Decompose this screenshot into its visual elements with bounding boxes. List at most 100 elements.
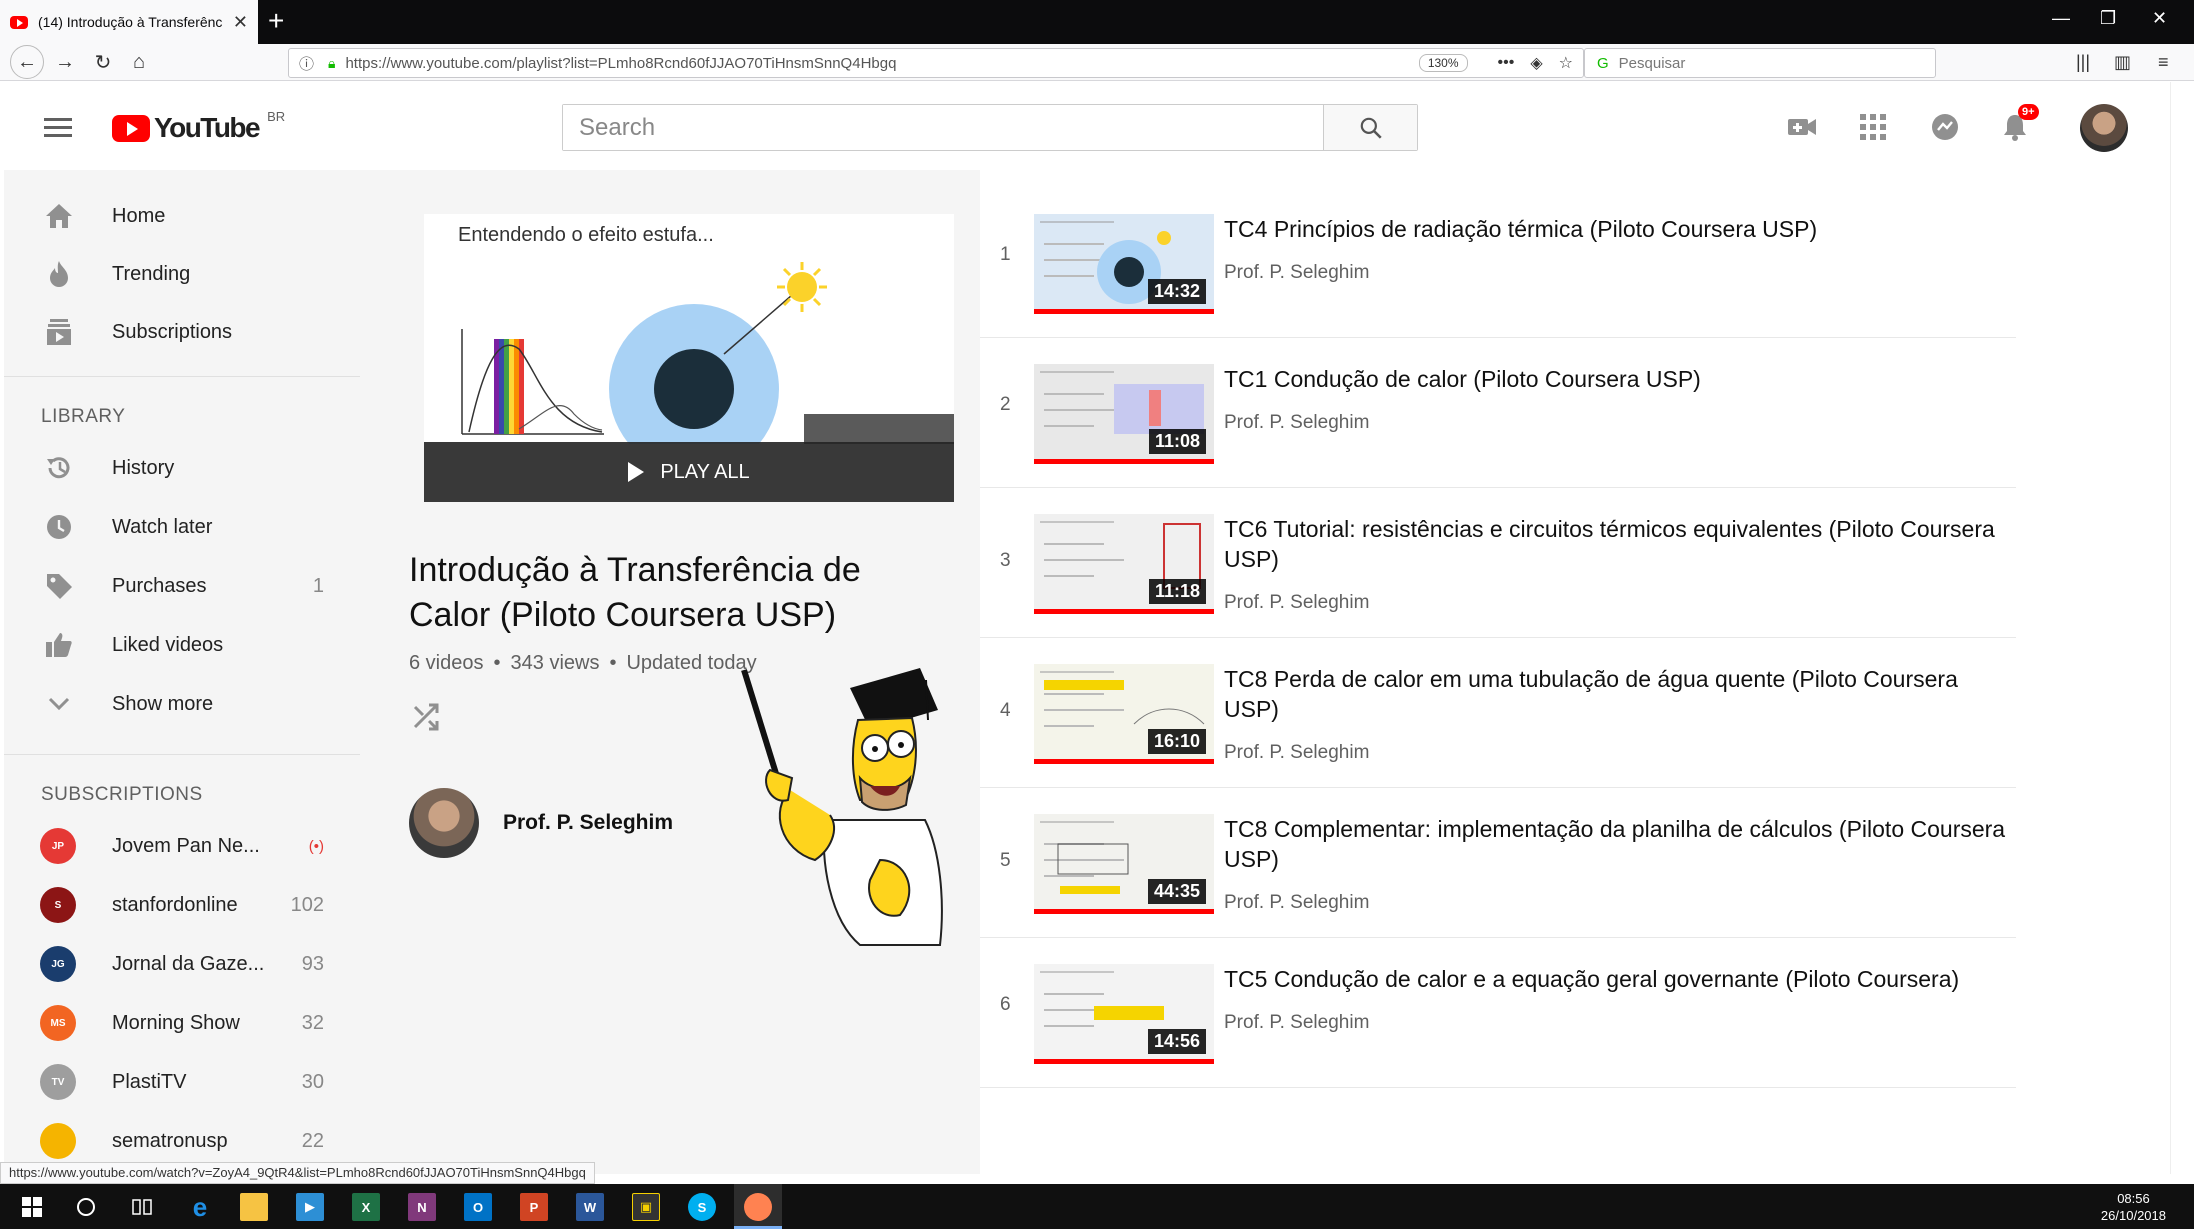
sidebar-item-home[interactable]: Home — [4, 188, 360, 244]
video-title[interactable]: TC8 Perda de calor em uma tubulação de á… — [1224, 664, 2014, 724]
video-title[interactable]: TC5 Condução de calor e a equação geral … — [1224, 964, 2014, 994]
messages-icon[interactable] — [1930, 112, 1960, 142]
close-window-icon[interactable]: ✕ — [2152, 8, 2167, 29]
watched-progress-bar — [1034, 909, 1214, 914]
sidebar-divider — [4, 376, 360, 377]
chevron-down-icon — [44, 689, 74, 719]
info-icon[interactable]: ⓘ — [299, 53, 314, 74]
subscription-item[interactable]: sematronusp 22 — [4, 1113, 360, 1169]
playlist-video-row[interactable]: 2 11:08 TC1 Condução de calor (Piloto Cour… — [980, 338, 2016, 488]
video-title[interactable]: TC1 Condução de calor (Piloto Coursera U… — [1224, 364, 2014, 394]
subscription-item[interactable]: JP Jovem Pan Ne... (•) — [4, 818, 360, 874]
notifications-bell-icon[interactable]: 9+ — [2000, 104, 2039, 142]
account-avatar[interactable] — [2080, 104, 2128, 152]
search-input[interactable] — [563, 105, 1323, 150]
browser-search-field[interactable]: G Pesquisar — [1584, 48, 1936, 78]
minimize-icon[interactable]: — — [2052, 8, 2070, 29]
forward-button[interactable]: → — [50, 47, 80, 77]
file-explorer-icon[interactable] — [240, 1193, 268, 1221]
subscription-item[interactable]: MS Morning Show 32 — [4, 995, 360, 1051]
pocket-icon[interactable]: ◈ — [1530, 53, 1542, 73]
playlist-video-row[interactable]: 1 14:32 TC4 Princípios de radiação térmica… — [980, 188, 2016, 338]
playlist-video-row[interactable]: 4 16:10 TC8 Perda de calor em uma tubulaçã… — [980, 638, 2016, 788]
youtube-logo[interactable]: YouTube BR — [112, 109, 285, 144]
sidebar-item-show-more[interactable]: Show more — [4, 676, 360, 732]
task-view-icon[interactable] — [128, 1193, 156, 1221]
guide-menu-icon[interactable] — [44, 118, 72, 142]
watched-progress-bar — [1034, 759, 1214, 764]
owner-name[interactable]: Prof. P. Seleghim — [503, 811, 673, 835]
sidebar-item-history[interactable]: History — [4, 440, 360, 496]
powerpoint-icon[interactable]: P — [520, 1193, 548, 1221]
playlist-thumbnail[interactable]: Entendendo o efeito estufa... PLAY ALL — [424, 214, 954, 502]
skype-icon[interactable]: S — [688, 1193, 716, 1221]
apps-grid-icon[interactable] — [1858, 112, 1888, 142]
word-icon[interactable]: W — [576, 1193, 604, 1221]
menu-icon[interactable]: ≡ — [2158, 52, 2169, 73]
video-channel[interactable]: Prof. P. Seleghim — [1224, 1012, 1369, 1034]
playlist-owner[interactable]: Prof. P. Seleghim — [409, 788, 673, 858]
sidebar-item-trending[interactable]: Trending — [4, 246, 360, 302]
playlist-video-row[interactable]: 3 11:18 TC6 Tutorial: resistências e circu… — [980, 488, 2016, 638]
search-button[interactable] — [1323, 105, 1417, 150]
subscription-item[interactable]: Sstanfordonline 102 — [4, 877, 360, 933]
cortana-icon[interactable] — [72, 1193, 100, 1221]
sidebar-toggle-icon[interactable]: ▥ — [2114, 52, 2131, 73]
zoom-level[interactable]: 130% — [1418, 54, 1468, 72]
excel-icon[interactable]: X — [352, 1193, 380, 1221]
owner-avatar[interactable] — [409, 788, 479, 858]
url-text[interactable]: https://www.youtube.com/playlist?list=PL… — [345, 55, 1418, 72]
video-duration: 14:32 — [1147, 279, 1206, 304]
page-scrollbar[interactable] — [2170, 82, 2194, 1174]
media-player-icon[interactable]: ▶ — [296, 1193, 324, 1221]
video-title[interactable]: TC8 Complementar: implementação da plani… — [1224, 814, 2014, 874]
close-tab-icon[interactable]: ✕ — [233, 12, 248, 33]
play-all-button[interactable]: PLAY ALL — [424, 442, 954, 502]
onenote-icon[interactable]: N — [408, 1193, 436, 1221]
reload-button[interactable]: ↻ — [88, 47, 118, 77]
system-clock[interactable]: 08:56 26/10/2018 — [2101, 1190, 2166, 1224]
sidebar-item-purchases[interactable]: Purchases 1 — [4, 558, 360, 614]
subscription-item[interactable]: JG Jornal da Gaze... 93 — [4, 936, 360, 992]
back-button[interactable]: ← — [10, 45, 44, 79]
video-thumbnail[interactable]: 16:10 — [1034, 664, 1214, 764]
video-thumbnail[interactable]: 14:56 — [1034, 964, 1214, 1064]
video-thumbnail[interactable]: 11:08 — [1034, 364, 1214, 464]
sidebar-item-liked-videos[interactable]: Liked videos — [4, 617, 360, 673]
video-channel[interactable]: Prof. P. Seleghim — [1224, 892, 1369, 914]
channel-avatar: JP — [40, 828, 76, 864]
video-channel[interactable]: Prof. P. Seleghim — [1224, 592, 1369, 614]
windows-start-icon[interactable] — [18, 1193, 46, 1221]
live-indicator: (•) — [308, 837, 324, 855]
search-engine-icon[interactable]: G — [1597, 55, 1609, 72]
channel-avatar — [40, 1123, 76, 1159]
shuffle-icon[interactable] — [412, 702, 442, 732]
new-tab-button[interactable]: + — [268, 6, 284, 36]
home-button[interactable]: ⌂ — [124, 47, 154, 77]
library-icon[interactable]: ||| — [2076, 52, 2090, 73]
new-videos-count: 32 — [301, 1011, 324, 1034]
browser-tab[interactable]: (14) Introdução à Transferência ✕ — [0, 0, 258, 44]
page-actions-icon[interactable]: ••• — [1498, 54, 1515, 72]
upload-video-icon[interactable] — [1787, 112, 1817, 142]
video-thumbnail[interactable]: 14:32 — [1034, 214, 1214, 314]
video-channel[interactable]: Prof. P. Seleghim — [1224, 412, 1369, 434]
subscription-item[interactable]: TV PlastiTV 30 — [4, 1054, 360, 1110]
sidebar-item-watch-later[interactable]: Watch later — [4, 499, 360, 555]
video-thumbnail[interactable]: 44:35 — [1034, 814, 1214, 914]
playlist-video-row[interactable]: 6 14:56 TC5 Condução de calor e a equação … — [980, 938, 2016, 1088]
edge-icon[interactable]: e — [186, 1192, 214, 1222]
playlist-video-row[interactable]: 5 44:35 TC8 Complementar: implementação da… — [980, 788, 2016, 938]
video-title[interactable]: TC4 Princípios de radiação térmica (Pilo… — [1224, 214, 2014, 244]
video-title[interactable]: TC6 Tutorial: resistências e circuitos t… — [1224, 514, 2014, 574]
bookmark-star-icon[interactable]: ☆ — [1559, 53, 1573, 73]
outlook-icon[interactable]: O — [464, 1193, 492, 1221]
video-channel[interactable]: Prof. P. Seleghim — [1224, 262, 1369, 284]
video-thumbnail[interactable]: 11:18 — [1034, 514, 1214, 614]
url-bar[interactable]: ⓘ 🔒︎ https://www.youtube.com/playlist?li… — [288, 48, 1584, 78]
sidebar-item-subscriptions[interactable]: Subscriptions — [4, 304, 360, 360]
restore-icon[interactable]: ❐ — [2100, 8, 2116, 29]
app-icon[interactable]: ▣ — [632, 1193, 660, 1221]
video-channel[interactable]: Prof. P. Seleghim — [1224, 742, 1369, 764]
clock-date: 26/10/2018 — [2100, 1208, 2166, 1223]
